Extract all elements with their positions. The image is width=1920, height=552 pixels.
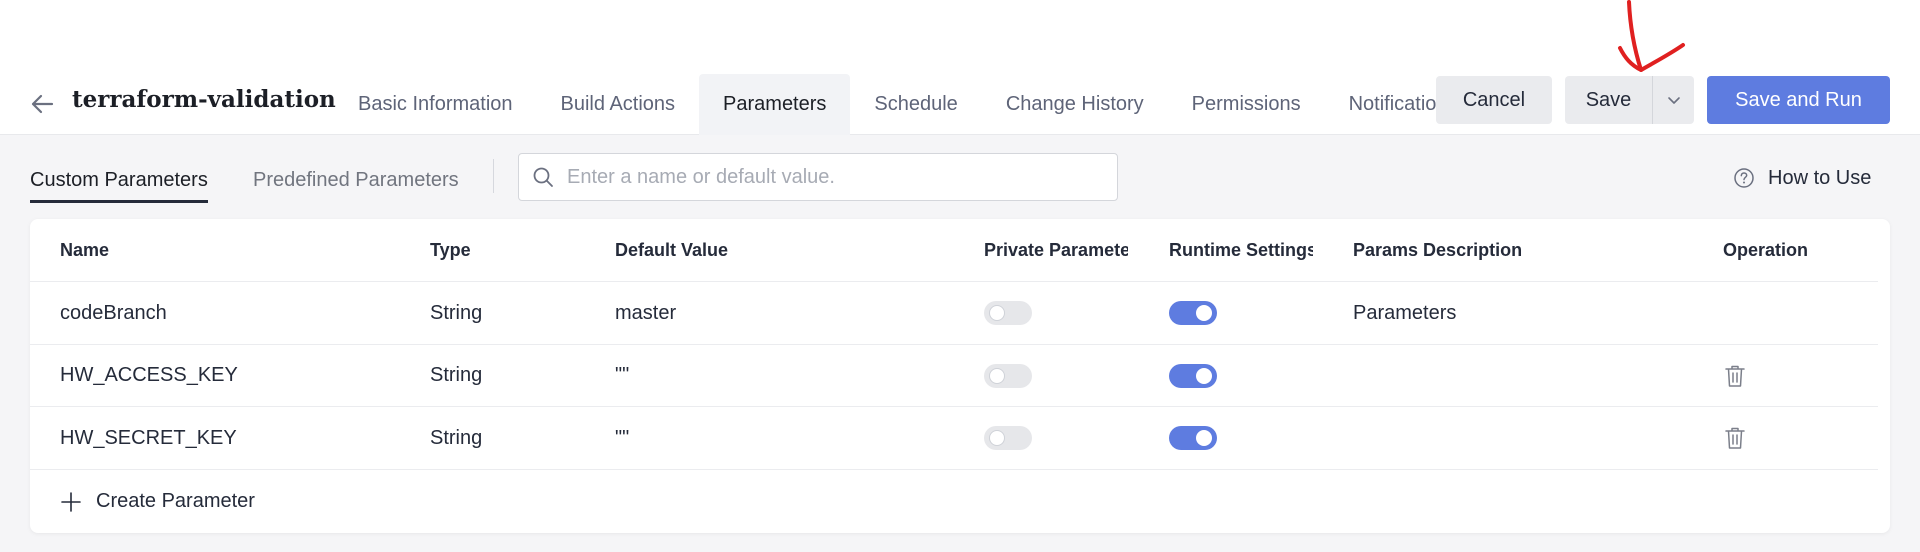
runtime-settings-toggle[interactable] [1169,301,1217,325]
param-default-value: master [615,301,677,324]
tab-build-actions[interactable]: Build Actions [537,74,700,135]
column-header-name: Name [60,239,110,260]
param-type: String [430,426,483,449]
question-circle-icon [1732,166,1756,190]
column-header-type: Type [430,239,471,260]
subtab-custom-parameters[interactable]: Custom Parameters [30,160,208,203]
private-cell [984,407,1128,469]
search-box [518,153,1118,201]
toggle-knob [1196,305,1212,321]
search-input[interactable] [567,165,1107,189]
column-header-default-value: Default Value [615,239,729,260]
tab-bar: Basic Information Build Actions Paramete… [334,74,1436,135]
arrow-left-icon [31,94,54,114]
private-cell [984,282,1128,344]
create-parameter-label: Create Parameter [96,490,255,512]
operation-cell [1723,345,1863,406]
table-row: HW_SECRET_KEY String "" [30,407,1878,470]
delete-button[interactable] [1723,364,1747,388]
table-row: HW_ACCESS_KEY String "" [30,345,1878,407]
runtime-settings-toggle[interactable] [1169,426,1217,450]
param-description [1353,407,1713,469]
how-to-use-link[interactable]: How to Use [1732,160,1871,196]
toggle-knob [989,305,1005,321]
tab-schedule[interactable]: Schedule [850,74,981,135]
private-parameter-toggle[interactable] [984,363,1032,388]
back-button[interactable] [28,92,56,116]
page-header: terraform-validation Basic Information B… [0,0,1920,135]
save-button[interactable]: Save [1565,76,1652,124]
table-header: Name Type Default Value Private Paramete… [30,219,1878,282]
column-header-runtime-settings: Runtime Settings [1169,239,1313,260]
param-description [1353,345,1713,406]
private-parameter-toggle[interactable] [984,426,1032,450]
toggle-knob [989,430,1005,446]
column-header-params-description: Params Description [1353,239,1523,260]
save-dropdown-button[interactable] [1652,76,1694,124]
runtime-cell [1169,282,1313,344]
operation-cell [1723,407,1863,469]
param-type: String [430,301,483,324]
delete-button[interactable] [1723,426,1747,450]
tab-notifications[interactable]: Notifications [1325,74,1436,135]
divider [493,159,494,193]
content-area: Custom Parameters Predefined Parameters … [0,135,1920,552]
param-type: String [430,364,483,386]
runtime-cell [1169,345,1313,406]
toggle-knob [989,367,1005,384]
trash-icon [1725,365,1745,387]
chevron-down-icon [1667,97,1680,104]
private-parameter-toggle[interactable] [984,301,1032,325]
param-name: HW_ACCESS_KEY [60,364,238,386]
param-description: Parameters [1353,301,1457,324]
parameters-table: Name Type Default Value Private Paramete… [30,219,1890,533]
runtime-cell [1169,407,1313,469]
param-default-value: "" [615,426,630,449]
tab-change-history[interactable]: Change History [982,74,1168,135]
how-to-use-label: How to Use [1768,166,1872,189]
pipeline-title: terraform-validation [72,86,336,113]
param-name: HW_SECRET_KEY [60,426,237,449]
operation-cell [1723,282,1863,344]
param-default-value: "" [615,364,630,386]
private-cell [984,345,1128,406]
tab-basic-information[interactable]: Basic Information [334,74,537,135]
tab-permissions[interactable]: Permissions [1168,74,1325,135]
param-name: codeBranch [60,301,167,324]
save-and-run-button[interactable]: Save and Run [1707,76,1890,124]
toggle-knob [1196,367,1212,384]
tab-parameters[interactable]: Parameters [699,74,851,135]
subtab-predefined-parameters[interactable]: Predefined Parameters [253,160,459,200]
column-header-operation: Operation [1723,239,1809,260]
create-parameter-button[interactable]: Create Parameter [60,470,255,533]
trash-icon [1725,427,1745,449]
table-row: codeBranch String master Parameters [30,282,1878,345]
toggle-knob [1196,430,1212,446]
column-header-private-parameter: Private Parameter [984,239,1128,260]
cancel-button[interactable]: Cancel [1436,76,1552,124]
plus-icon [60,491,82,513]
runtime-settings-toggle[interactable] [1169,363,1217,388]
search-icon [531,165,555,189]
